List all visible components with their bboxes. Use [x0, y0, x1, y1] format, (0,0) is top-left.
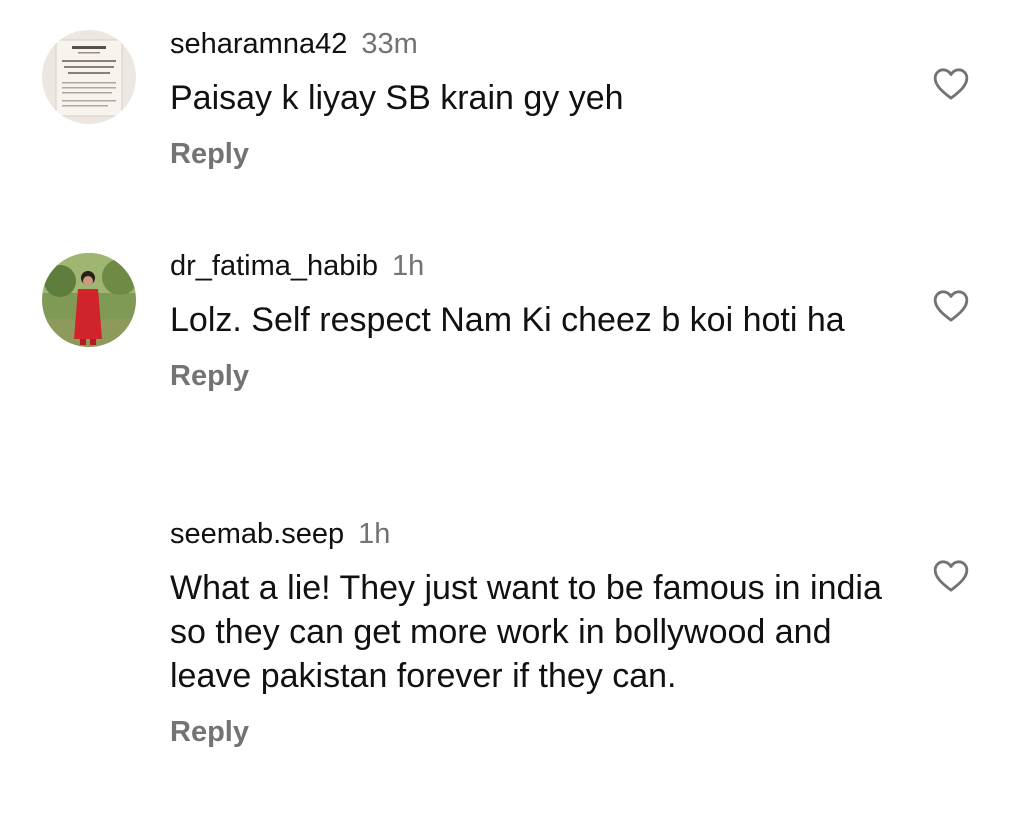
- comment-body: seharamna42 33m Paisay k liyay SB krain …: [170, 28, 890, 171]
- username[interactable]: dr_fatima_habib: [170, 250, 378, 283]
- comment-list: seharamna42 33m Paisay k liyay SB krain …: [0, 0, 1024, 816]
- avatar[interactable]: [42, 30, 136, 124]
- timestamp: 33m: [361, 28, 418, 60]
- heart-outline-icon: [933, 290, 969, 322]
- comment-meta: seemab.seep 1h: [170, 518, 890, 554]
- heart-outline-icon: [933, 68, 969, 100]
- woman-red-dress-photo: [42, 253, 136, 347]
- eid-card-image: [42, 30, 136, 124]
- timestamp: 1h: [358, 518, 391, 550]
- reply-button[interactable]: Reply: [170, 716, 249, 749]
- comment-meta: seharamna42 33m: [170, 28, 890, 64]
- username[interactable]: seharamna42: [170, 28, 347, 61]
- timestamp: 1h: [391, 250, 425, 282]
- username[interactable]: seemab.seep: [170, 518, 344, 551]
- comment-body: seemab.seep 1h What a lie! They just wan…: [170, 518, 890, 749]
- like-button[interactable]: [930, 556, 972, 596]
- comment-text: Lolz. Self respect Nam Ki cheez b koi ho…: [170, 301, 845, 339]
- comment-text: What a lie! They just want to be famous …: [170, 569, 892, 695]
- reply-button[interactable]: Reply: [170, 360, 249, 393]
- comment-meta: dr_fatima_habib 1h: [170, 250, 890, 286]
- like-button[interactable]: [930, 64, 972, 104]
- avatar[interactable]: [42, 253, 136, 347]
- reply-button[interactable]: Reply: [170, 138, 249, 171]
- like-button[interactable]: [930, 286, 972, 326]
- comment-body: dr_fatima_habib 1h Lolz. Self respect Na…: [170, 250, 890, 393]
- comment-text: Paisay k liyay SB krain gy yeh: [170, 79, 624, 117]
- heart-outline-icon: [933, 560, 969, 592]
